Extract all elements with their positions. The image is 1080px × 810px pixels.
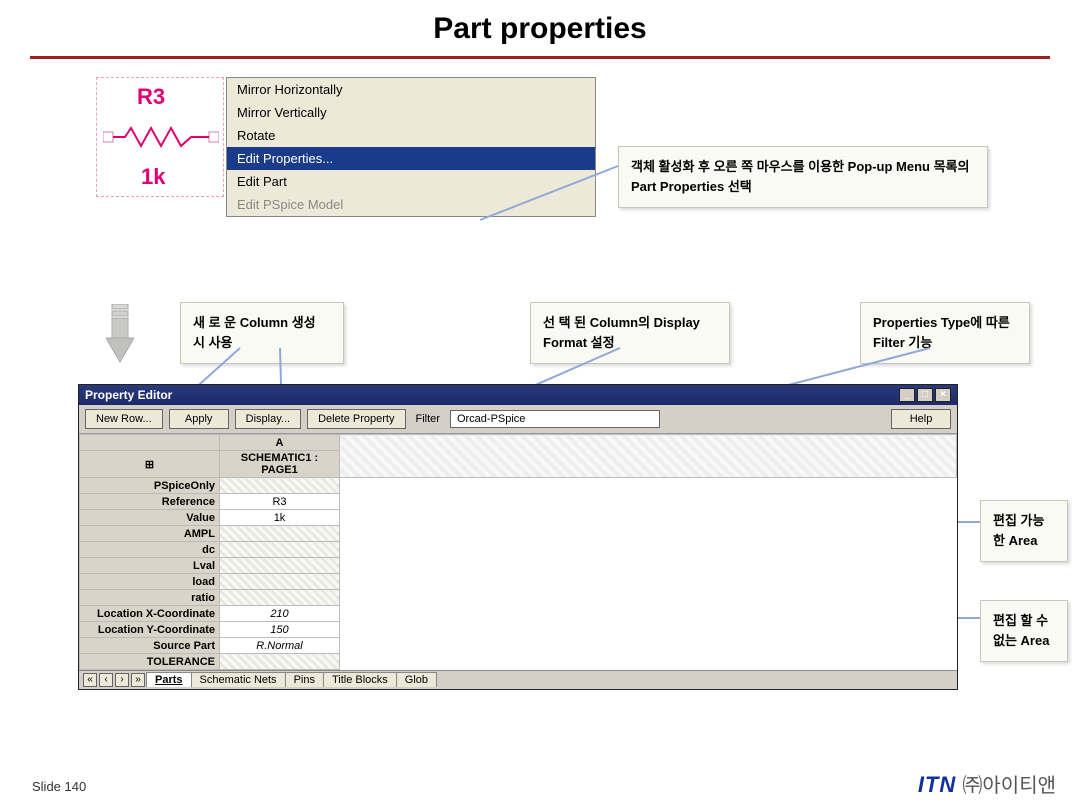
tab-nav-first-icon[interactable]: « <box>83 673 97 687</box>
divider <box>30 56 1050 59</box>
brand-itn: ITN <box>918 772 956 797</box>
window-title: Property Editor <box>85 388 172 402</box>
callout-popup: 객체 활성화 후 오른 쪽 마우스를 이용한 Pop-up Menu 목록의 P… <box>618 146 988 208</box>
footer-brand: ITN ㈜아이티앤 <box>918 769 1056 798</box>
new-row-button[interactable]: New Row... <box>85 409 163 429</box>
property-row-value[interactable]: 150 <box>220 622 340 638</box>
resistor-value: 1k <box>141 164 165 190</box>
context-menu-item[interactable]: Edit Properties... <box>227 147 595 170</box>
context-menu-item[interactable]: Rotate <box>227 124 595 147</box>
property-row-value[interactable]: R3 <box>220 494 340 510</box>
property-row-name[interactable]: Location X-Coordinate <box>80 606 220 622</box>
property-editor-window: Property Editor _ □ × New Row... Apply D… <box>78 384 958 690</box>
page-cell[interactable]: SCHEMATIC1 : PAGE1 <box>220 451 340 478</box>
page-title: Part properties <box>0 0 1080 56</box>
callout-filter: Properties Type에 따른 Filter 기능 <box>860 302 1030 364</box>
property-row-value[interactable] <box>220 526 340 542</box>
sheet-tabs: « ‹ › » PartsSchematic NetsPinsTitle Blo… <box>79 670 957 689</box>
context-menu: Mirror HorizontallyMirror VerticallyRota… <box>226 77 596 217</box>
brand-kr: ㈜아이티앤 <box>962 775 1056 797</box>
property-row-name[interactable]: PSpiceOnly <box>80 478 220 494</box>
toolbar: New Row... Apply Display... Delete Prope… <box>79 405 957 433</box>
property-row-value[interactable] <box>220 478 340 494</box>
property-row-value[interactable]: R.Normal <box>220 638 340 654</box>
property-row-value[interactable]: 210 <box>220 606 340 622</box>
property-row-value[interactable] <box>220 542 340 558</box>
property-row-name[interactable]: dc <box>80 542 220 558</box>
context-menu-item[interactable]: Mirror Vertically <box>227 101 595 124</box>
callout-new-column: 새 로 운 Column 생성 시 사용 <box>180 302 344 364</box>
property-row-name[interactable]: Value <box>80 510 220 526</box>
property-row-name[interactable]: ratio <box>80 590 220 606</box>
property-row-name[interactable]: load <box>80 574 220 590</box>
resistor-ref: R3 <box>137 84 165 110</box>
property-row-name[interactable]: Source Part <box>80 638 220 654</box>
callout-editable: 편집 가능한 Area <box>980 500 1068 562</box>
sheet-tab[interactable]: Schematic Nets <box>191 672 286 687</box>
display-button[interactable]: Display... <box>235 409 301 429</box>
sheet-tab[interactable]: Parts <box>146 672 192 687</box>
apply-button[interactable]: Apply <box>169 409 229 429</box>
filter-label: Filter <box>412 413 444 425</box>
context-menu-item[interactable]: Mirror Horizontally <box>227 78 595 101</box>
property-row-name[interactable]: Lval <box>80 558 220 574</box>
col-header-a[interactable]: A <box>220 435 340 451</box>
callout-readonly: 편집 할 수 없는 Area <box>980 600 1068 662</box>
minimize-icon[interactable]: _ <box>899 388 915 402</box>
sheet-tab[interactable]: Glob <box>396 672 437 687</box>
tab-nav-next-icon[interactable]: › <box>115 673 129 687</box>
context-menu-item[interactable]: Edit PSpice Model <box>227 193 595 216</box>
property-row-name[interactable]: Location Y-Coordinate <box>80 622 220 638</box>
property-row-value[interactable] <box>220 590 340 606</box>
context-menu-item[interactable]: Edit Part <box>227 170 595 193</box>
property-row-name[interactable]: Reference <box>80 494 220 510</box>
property-row-value[interactable] <box>220 654 340 670</box>
slide-number: Slide 140 <box>32 779 86 794</box>
tab-nav-prev-icon[interactable]: ‹ <box>99 673 113 687</box>
property-row-value[interactable] <box>220 558 340 574</box>
property-row-name[interactable]: TOLERANCE <box>80 654 220 670</box>
delete-property-button[interactable]: Delete Property <box>307 409 405 429</box>
sheet-tab[interactable]: Title Blocks <box>323 672 397 687</box>
window-titlebar: Property Editor _ □ × <box>79 385 957 405</box>
help-button[interactable]: Help <box>891 409 951 429</box>
property-row-value[interactable] <box>220 574 340 590</box>
resistor-icon <box>103 124 219 150</box>
maximize-icon[interactable]: □ <box>917 388 933 402</box>
down-arrow-icon <box>106 304 134 364</box>
resistor-symbol: R3 1k <box>96 77 224 197</box>
callout-selected-column: 선 택 된 Column의 Display Format 설정 <box>530 302 730 364</box>
property-row-value[interactable]: 1k <box>220 510 340 526</box>
property-grid[interactable]: A ⊞ SCHEMATIC1 : PAGE1 PSpiceOnlyReferen… <box>79 434 957 670</box>
close-icon[interactable]: × <box>935 388 951 402</box>
tab-nav-last-icon[interactable]: » <box>131 673 145 687</box>
property-row-name[interactable]: AMPL <box>80 526 220 542</box>
sheet-tab[interactable]: Pins <box>285 672 324 687</box>
filter-select[interactable]: Orcad-PSpice <box>450 410 660 428</box>
